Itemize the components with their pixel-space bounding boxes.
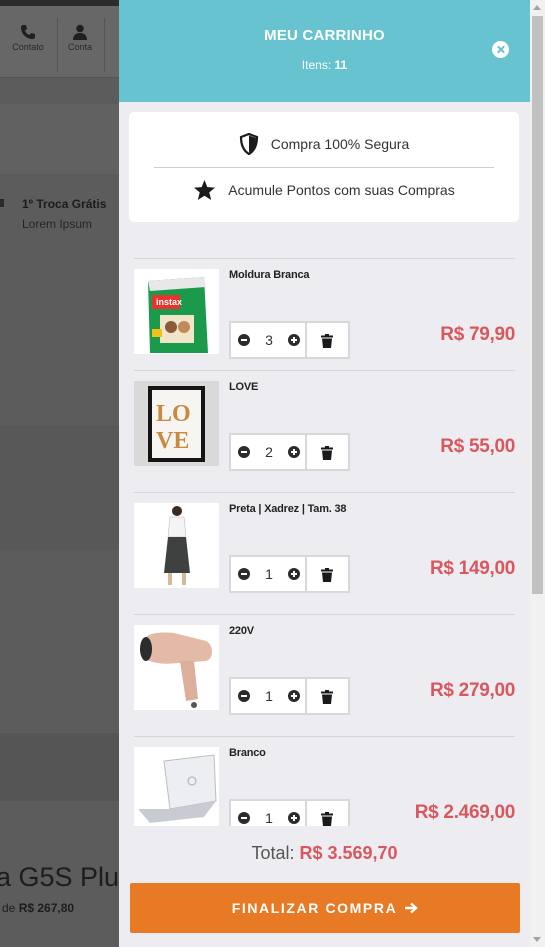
quantity-stepper: 1	[229, 677, 307, 715]
item-price: R$ 55,00	[440, 436, 515, 457]
quantity-stepper: 3	[229, 321, 307, 359]
quantity-value[interactable]: 2	[257, 444, 281, 460]
minus-icon[interactable]	[238, 446, 250, 458]
product-image-laptop	[134, 747, 219, 826]
product-image-love-frame: LO VE	[134, 381, 219, 466]
cart-item: Preta | Xadrez | Tam. 38 1 R$ 149,00	[134, 492, 515, 614]
trust-box: Compra 100% Segura Acumule Pontos com su…	[129, 112, 519, 222]
star-icon	[194, 179, 216, 201]
item-name: LOVE	[229, 381, 259, 393]
delete-button[interactable]	[307, 321, 350, 359]
benefit-title: 1º Troca Grátis	[22, 197, 107, 211]
scrollbar-thumb[interactable]	[532, 16, 543, 594]
phone-icon	[21, 25, 35, 39]
close-icon[interactable]	[492, 41, 509, 58]
item-price: R$ 149,00	[430, 558, 515, 579]
arrow-right-icon	[405, 902, 419, 914]
quantity-value[interactable]: 1	[257, 688, 281, 704]
minus-icon[interactable]	[238, 568, 250, 580]
trash-icon	[321, 334, 333, 348]
benefit-subtitle: Lorem Ipsum	[22, 217, 93, 231]
trash-icon	[321, 812, 333, 826]
cart-drawer: MEU CARRINHO Itens: 11 Compra 100% Segur…	[119, 0, 530, 947]
quantity-stepper: 2	[229, 433, 307, 471]
cart-item: Branco 1 R$ 2.469,00	[134, 736, 515, 826]
nav-conta[interactable]: Conta	[58, 18, 102, 72]
item-name: Branco	[229, 747, 266, 759]
background-band	[0, 425, 119, 550]
svg-text:instax: instax	[156, 297, 182, 307]
delete-button[interactable]	[307, 555, 350, 593]
trust-divider	[154, 167, 494, 168]
trash-icon	[321, 690, 333, 704]
checkout-label: FINALIZAR COMPRA	[231, 900, 397, 916]
svg-text:LO: LO	[156, 401, 191, 427]
total-label: Total:	[251, 843, 295, 863]
trust-row-secure: Compra 100% Segura	[129, 132, 519, 156]
plus-icon[interactable]	[288, 334, 300, 346]
item-price: R$ 279,00	[430, 680, 515, 701]
cart-item: 220V 1 R$ 279,00	[134, 614, 515, 736]
scroll-down-icon[interactable]	[533, 937, 541, 942]
product-image-outfit	[134, 503, 219, 588]
benefit-mark	[0, 199, 4, 207]
nav-contato-label: Contato	[12, 42, 44, 52]
background-product-title: a G5S Plus	[0, 862, 119, 892]
cart-count-label: Itens:	[301, 58, 332, 72]
user-icon	[73, 24, 87, 40]
trust-secure-text: Compra 100% Segura	[270, 136, 410, 152]
item-name: Moldura Branca	[229, 269, 310, 281]
quantity-value[interactable]: 1	[257, 810, 281, 826]
nav-divider	[104, 18, 105, 72]
background-page: Contato Conta 1º Troca Grátis Lorem Ipsu…	[0, 0, 119, 947]
item-price: R$ 79,90	[440, 324, 515, 345]
background-price-prefix: de	[2, 901, 16, 915]
nav-contato[interactable]: Contato	[6, 18, 50, 72]
checkout-button[interactable]: FINALIZAR COMPRA	[130, 883, 520, 933]
item-name: 220V	[229, 625, 254, 637]
cart-item-list[interactable]: instax Moldura Branca 3 R$ 79,90 LO VE L…	[119, 258, 530, 826]
delete-button[interactable]	[307, 433, 350, 471]
delete-button[interactable]	[307, 677, 350, 715]
cart-item: instax Moldura Branca 3 R$ 79,90	[134, 258, 515, 380]
cart-header: MEU CARRINHO Itens: 11	[119, 0, 530, 102]
cart-total: Total: R$ 3.569,70	[119, 843, 530, 864]
background-topline	[0, 0, 119, 6]
trust-points-text: Acumule Pontos com suas Compras	[228, 182, 455, 198]
product-image-hair-dryer	[134, 625, 219, 710]
background-band	[0, 104, 119, 174]
cart-item-count: Itens: 11	[119, 58, 530, 72]
cart-count-value: 11	[334, 58, 348, 72]
item-price: R$ 2.469,00	[414, 802, 516, 823]
minus-icon[interactable]	[238, 690, 250, 702]
trash-icon	[321, 568, 333, 582]
trash-icon	[321, 446, 333, 460]
plus-icon[interactable]	[288, 568, 300, 580]
product-image-instax: instax	[134, 269, 219, 354]
quantity-value[interactable]: 3	[257, 332, 281, 348]
trust-row-points: Acumule Pontos com suas Compras	[129, 178, 519, 202]
quantity-stepper: 1	[229, 799, 307, 826]
page-scrollbar[interactable]	[530, 0, 545, 947]
plus-icon[interactable]	[288, 690, 300, 702]
minus-icon[interactable]	[238, 334, 250, 346]
scroll-up-icon[interactable]	[533, 5, 541, 10]
cart-item: LO VE LOVE 2 R$ 55,00	[134, 370, 515, 492]
shield-icon	[239, 133, 258, 155]
svg-text:VE: VE	[156, 428, 189, 454]
background-product-price: de R$ 267,80	[2, 901, 74, 915]
background-header: Contato Conta	[0, 0, 119, 78]
plus-icon[interactable]	[288, 446, 300, 458]
quantity-stepper: 1	[229, 555, 307, 593]
background-price-value: R$ 267,80	[18, 901, 75, 915]
delete-button[interactable]	[307, 799, 350, 826]
cart-title: MEU CARRINHO	[264, 27, 385, 44]
quantity-value[interactable]: 1	[257, 566, 281, 582]
minus-icon[interactable]	[238, 812, 250, 824]
item-name: Preta | Xadrez | Tam. 38	[229, 503, 347, 515]
plus-icon[interactable]	[288, 812, 300, 824]
background-band	[0, 733, 119, 801]
nav-conta-label: Conta	[67, 42, 93, 52]
total-value: R$ 3.569,70	[299, 843, 398, 863]
